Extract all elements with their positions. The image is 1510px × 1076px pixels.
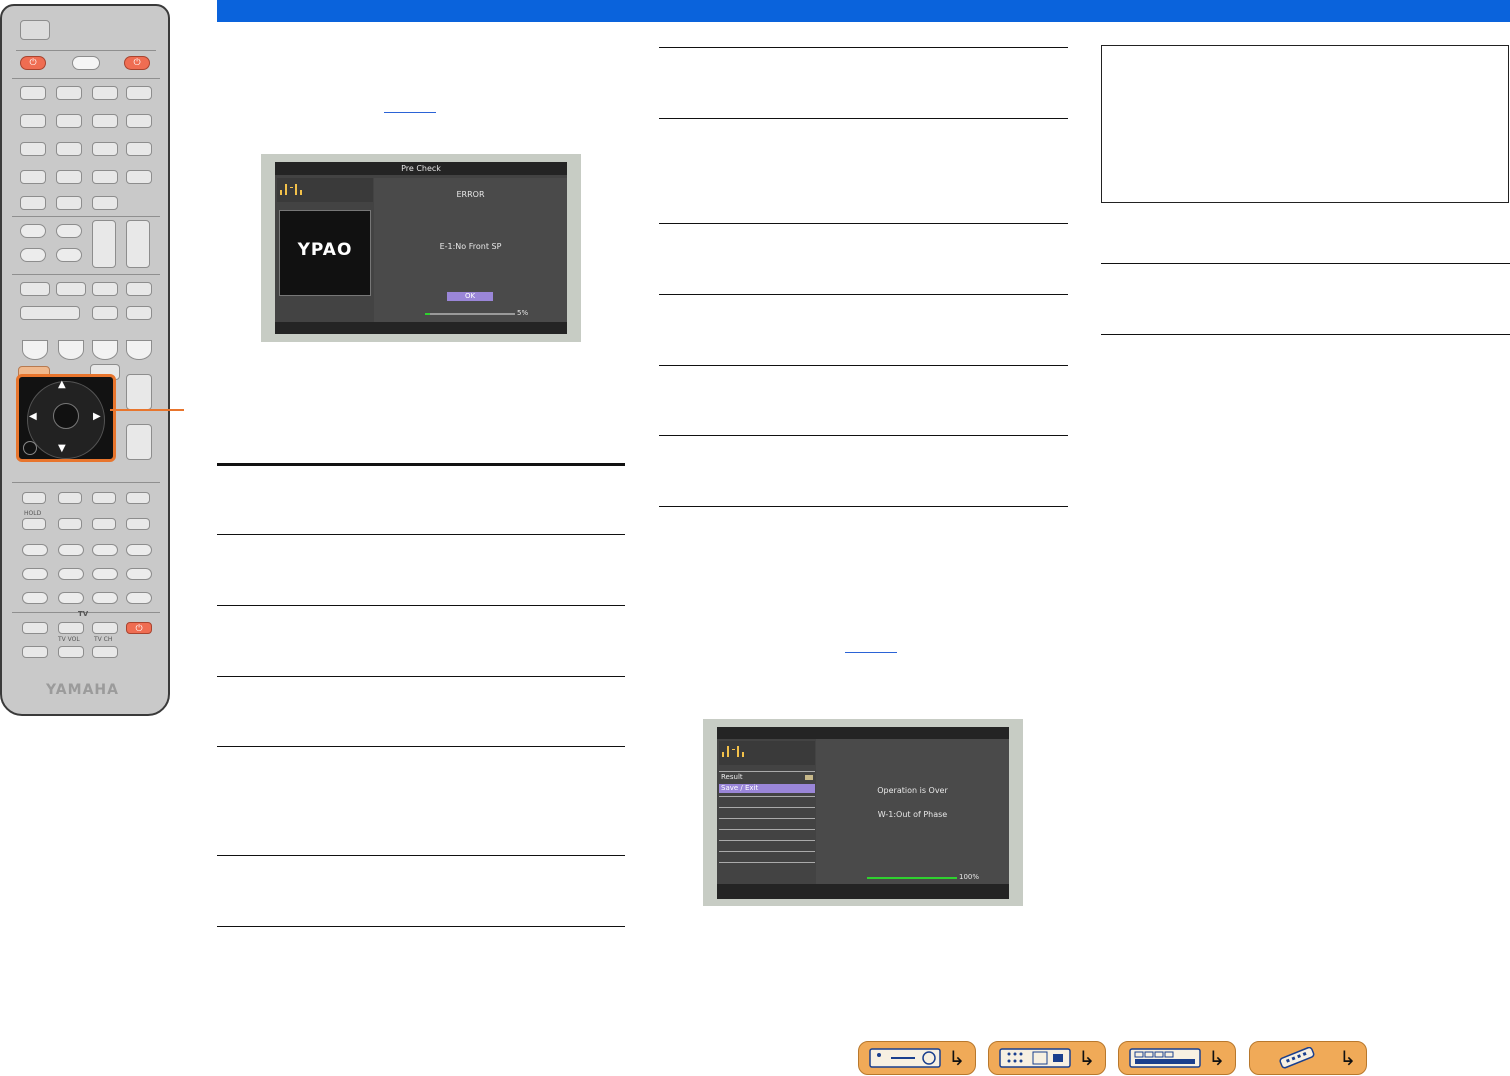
volume-plus-button <box>126 374 152 410</box>
hold-label: HOLD <box>24 510 42 517</box>
callout-line <box>110 409 184 411</box>
remote-control-icon <box>1260 1046 1332 1069</box>
arrow-up-icon: ▲ <box>58 379 66 390</box>
front-panel-display-icon <box>1129 1047 1201 1069</box>
yamaha-logo: YAMAHA <box>46 682 119 698</box>
measurement-result-screen: Result Save / Exit Operation is Over W-1… <box>703 719 1023 906</box>
power-icon: ⏻ <box>124 56 150 70</box>
arrow-right-down-icon: ↳ <box>1078 1046 1095 1070</box>
power-icon: ⏻ <box>20 56 46 70</box>
page-link[interactable] <box>845 652 897 653</box>
ypao-logo: YPAO <box>297 240 353 260</box>
header-bar <box>217 0 1510 22</box>
record-button <box>22 492 46 504</box>
screen-title: Pre Check <box>275 162 567 175</box>
page-rocker <box>126 220 150 268</box>
standby-button <box>72 56 100 70</box>
volume-minus-button <box>126 424 152 460</box>
cursor-keys-highlight: ▲ ▼ ◀ ▶ <box>16 374 116 462</box>
tv-label: TV <box>78 610 89 618</box>
nav-button-front-panel[interactable]: ↳ <box>858 1041 976 1075</box>
arrow-right-down-icon: ↳ <box>1339 1046 1356 1070</box>
arrow-down-icon: ▼ <box>58 443 66 454</box>
progress-bar <box>425 313 430 315</box>
precheck-error-screen: Pre Check YPAO ERROR E-1:No Front SP OK … <box>261 154 581 342</box>
ypao-setup-icon <box>721 743 745 759</box>
volume-rocker <box>92 220 116 268</box>
nav-button-remote[interactable]: ↳ <box>1249 1041 1367 1075</box>
arrow-right-icon: ▶ <box>93 411 101 422</box>
receiver-front-panel-icon <box>869 1047 941 1069</box>
page-link[interactable] <box>384 112 436 113</box>
progress-bar <box>867 877 957 879</box>
status-line-2: W-1:Out of Phase <box>877 810 948 819</box>
enter-button <box>53 403 79 429</box>
folder-icon <box>805 775 813 780</box>
source-switch <box>20 20 50 40</box>
arrow-right-down-icon: ↳ <box>1208 1046 1225 1070</box>
menu-item-save-exit[interactable]: Save / Exit <box>719 784 815 793</box>
stop-button <box>58 492 82 504</box>
arrow-left-icon: ◀ <box>29 411 37 422</box>
progress-label: 100% <box>959 873 980 881</box>
receiver-rear-panel-icon <box>999 1047 1071 1069</box>
tv-vol-label: TV VOL <box>58 636 80 643</box>
menu-item-result[interactable]: Result <box>719 773 815 782</box>
status-line-1: Operation is Over <box>877 786 948 795</box>
tv-power-icon: ⏻ <box>126 622 152 634</box>
tv-ch-label: TV CH <box>94 636 113 643</box>
note-box <box>1101 45 1509 203</box>
play-button <box>126 492 150 504</box>
pause-button <box>92 492 116 504</box>
ypao-setup-icon <box>279 181 303 197</box>
ok-button[interactable]: OK <box>447 292 493 301</box>
error-heading: ERROR <box>456 190 485 199</box>
error-message: E-1:No Front SP <box>439 242 502 251</box>
nav-button-display[interactable]: ↳ <box>1118 1041 1236 1075</box>
progress-label: 5% <box>517 309 529 317</box>
arrow-right-down-icon: ↳ <box>948 1046 965 1070</box>
return-button <box>23 441 37 455</box>
nav-button-rear-panel[interactable]: ↳ <box>988 1041 1106 1075</box>
remote-control-illustration: ⏻ ⏻ HOLD TV ⏻ TV VOL TV CH YAMAHA ▲ ▼ ◀ … <box>0 4 170 716</box>
